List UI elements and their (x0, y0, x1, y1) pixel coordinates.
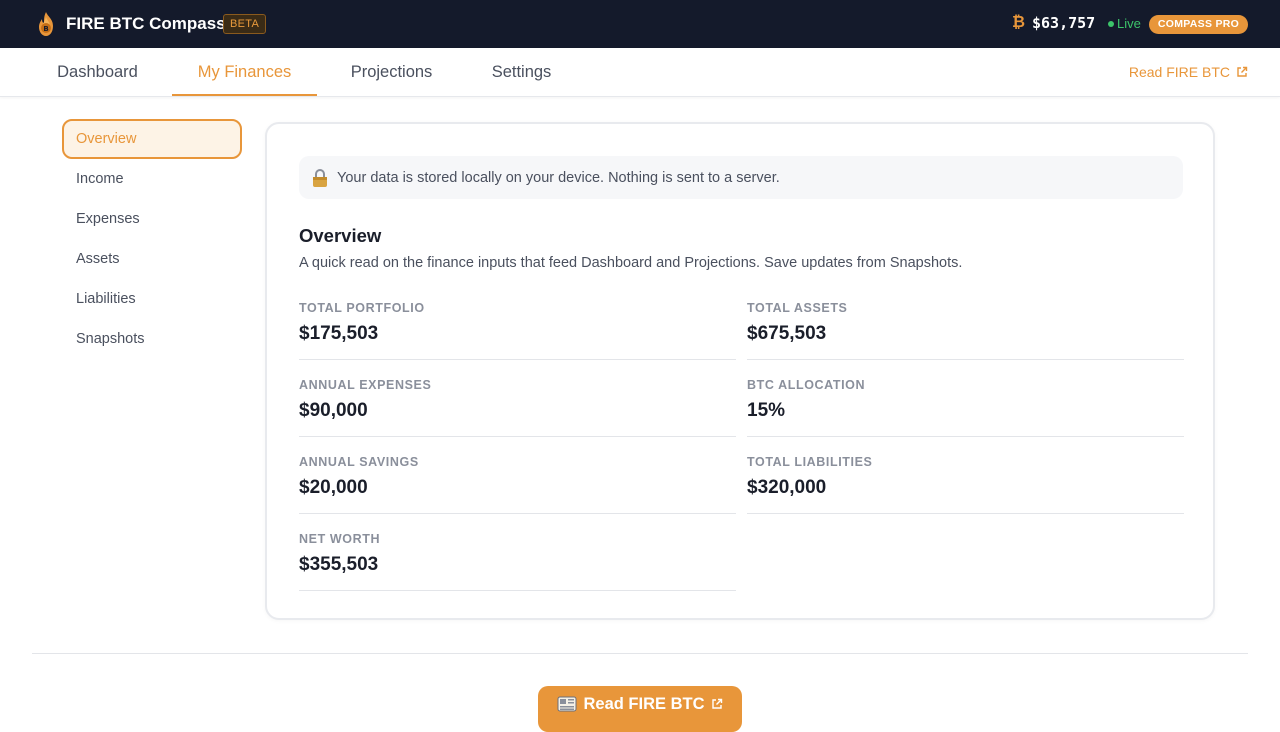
flame-bitcoin-logo-icon: B (39, 12, 53, 36)
tab-projections[interactable]: Projections (333, 48, 450, 96)
live-status-dot-icon (1108, 21, 1114, 27)
live-status-label: Live (1117, 16, 1141, 31)
stat-label: Total Assets (747, 301, 848, 315)
stat-annual-savings: Annual Savings $20,000 (299, 455, 736, 514)
stat-value: $20,000 (299, 477, 368, 498)
stat-total-assets: Total Assets $675,503 (747, 301, 1184, 360)
btc-price: $63,757 (1032, 14, 1096, 32)
sidebar-item-income[interactable]: Income (62, 159, 242, 199)
bitcoin-icon: ₿ (1012, 14, 1026, 31)
sidebar-item-snapshots[interactable]: Snapshots (62, 319, 242, 359)
section-description: A quick read on the finance inputs that … (299, 255, 963, 271)
sidebar-item-expenses[interactable]: Expenses (62, 199, 242, 239)
read-fire-btc-link-label: Read FIRE BTC (1128, 64, 1230, 80)
stat-value: 15% (747, 400, 786, 421)
main-nav: Dashboard My Finances Projections Settin… (0, 48, 1280, 97)
stat-value: $355,503 (299, 554, 379, 575)
sidebar-item-assets[interactable]: Assets (62, 239, 242, 279)
external-link-icon (711, 698, 722, 709)
local-storage-notice: Your data is stored locally on your devi… (299, 156, 1183, 199)
compass-pro-button[interactable]: COMPASS PRO (1149, 15, 1248, 34)
sidebar-item-overview[interactable]: Overview (62, 119, 242, 159)
lock-icon (313, 168, 327, 187)
stat-label: Net Worth (299, 532, 381, 546)
stat-value: $90,000 (299, 400, 368, 421)
stat-label: Annual Expenses (299, 378, 432, 392)
stat-value: $675,503 (747, 323, 827, 344)
sidebar-item-liabilities[interactable]: Liabilities (62, 279, 242, 319)
stat-net-worth: Net Worth $355,503 (299, 532, 736, 591)
read-fire-btc-button-label: Read FIRE BTC (583, 694, 705, 713)
top-bar: B FIRE BTC Compass BETA ₿ $63,757 Live C… (0, 0, 1280, 48)
stat-annual-expenses: Annual Expenses $90,000 (299, 378, 736, 437)
tab-settings[interactable]: Settings (475, 48, 568, 96)
stat-value: $320,000 (747, 477, 827, 498)
newspaper-icon (557, 696, 577, 712)
overview-card: Your data is stored locally on your devi… (265, 122, 1215, 620)
stat-label: Total Portfolio (299, 301, 425, 315)
footer-divider (32, 653, 1248, 654)
stat-total-portfolio: Total Portfolio $175,503 (299, 301, 736, 360)
external-link-icon (1237, 66, 1248, 77)
app-name: FIRE BTC Compass (66, 14, 226, 33)
read-fire-btc-link[interactable]: Read FIRE BTC (1129, 64, 1248, 80)
tab-my-finances[interactable]: My Finances (172, 48, 317, 96)
stat-btc-allocation: BTC Allocation 15% (747, 378, 1184, 437)
stat-value: $175,503 (299, 323, 379, 344)
section-title: Overview (299, 225, 382, 246)
svg-text:B: B (43, 25, 48, 33)
beta-badge: BETA (223, 14, 267, 34)
stat-total-liabilities: Total Liabilities $320,000 (747, 455, 1184, 514)
stat-label: BTC Allocation (747, 378, 866, 392)
tab-dashboard[interactable]: Dashboard (40, 48, 155, 96)
read-fire-btc-button[interactable]: Read FIRE BTC (538, 686, 742, 732)
stat-label: Annual Savings (299, 455, 419, 469)
stat-label: Total Liabilities (747, 455, 873, 469)
local-storage-notice-text: Your data is stored locally on your devi… (337, 169, 780, 186)
